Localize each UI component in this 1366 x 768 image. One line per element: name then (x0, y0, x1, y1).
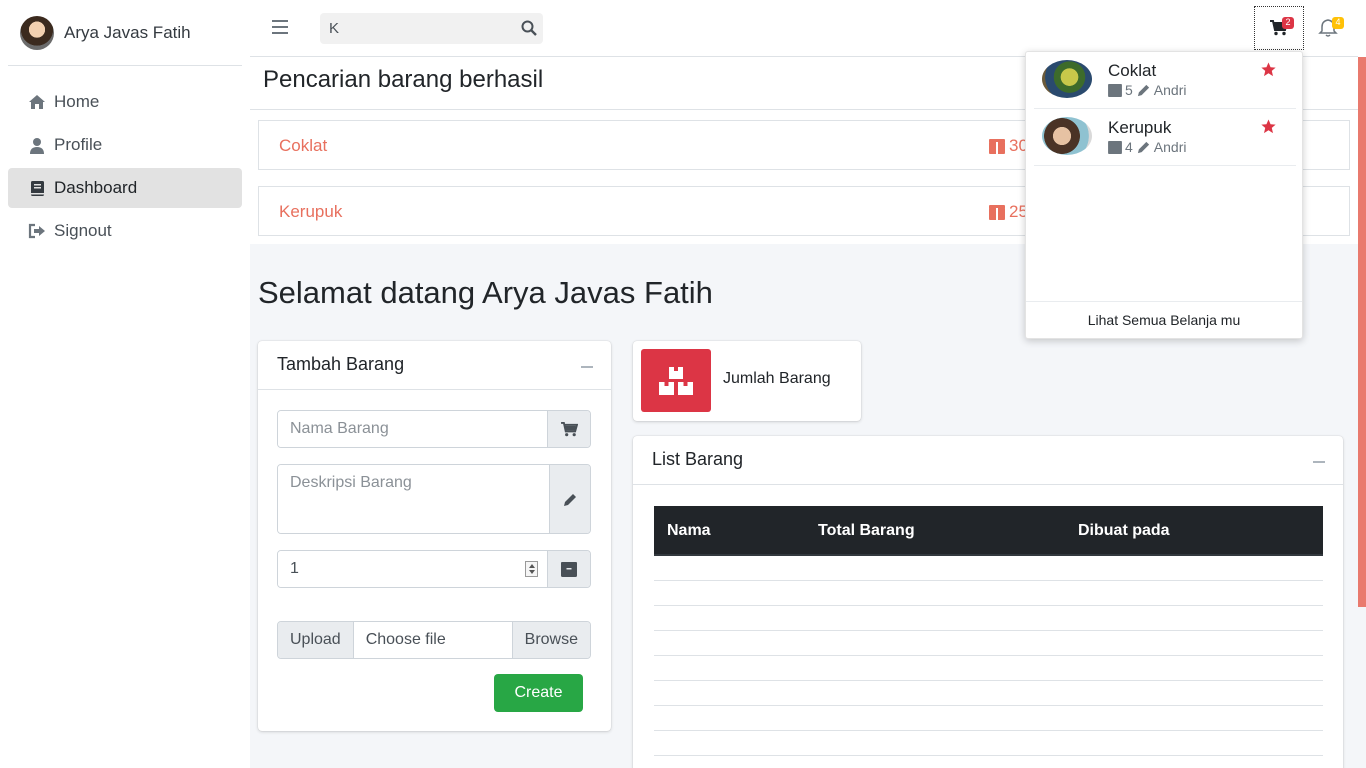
pencil-icon (1137, 141, 1149, 154)
item-qty-addon (547, 551, 590, 587)
table-header: Nama Total Barang Dibuat pada (654, 506, 1323, 556)
item-qty-group (277, 550, 591, 588)
quantity-stepper[interactable] (278, 551, 547, 587)
table-row (654, 631, 1323, 656)
item-name-group (277, 410, 591, 448)
item-desc-group (277, 464, 591, 534)
welcome-heading: Selamat datang Arya Javas Fatih (258, 275, 713, 310)
sidebar-item-label: Profile (54, 135, 103, 154)
browse-button[interactable]: Browse (511, 622, 590, 658)
box-icon (1108, 140, 1122, 154)
item-desc-addon (549, 465, 590, 533)
cart-button[interactable]: 2 (1254, 6, 1304, 50)
collapse-icon[interactable] (581, 366, 593, 368)
box-icon (989, 204, 1005, 220)
sidebar-item-dashboard[interactable]: Dashboard (8, 168, 242, 208)
home-icon (28, 93, 46, 111)
search-result-title: Pencarian barang berhasil (263, 66, 544, 93)
table-row (654, 606, 1323, 631)
box-icon (1108, 83, 1122, 97)
sidebar-item-label: Home (54, 92, 100, 111)
star-icon[interactable] (1261, 119, 1276, 134)
table-row (654, 556, 1323, 581)
item-name-addon (547, 411, 590, 447)
box-icon (989, 138, 1005, 154)
box-icon (561, 561, 577, 577)
search-box (320, 13, 543, 44)
column-header-created: Dibuat pada (1078, 522, 1170, 539)
result-item-name: Coklat (279, 136, 328, 155)
cart-item-name: Kerupuk (1108, 118, 1172, 137)
item-count-box: Jumlah Barang (633, 341, 861, 421)
stepper-arrows[interactable] (525, 561, 538, 577)
create-button[interactable]: Create (494, 674, 583, 712)
sidebar-item-home[interactable]: Home (8, 82, 242, 122)
menu-toggle-icon[interactable] (272, 20, 288, 34)
card-header: Tambah Barang (258, 341, 611, 390)
item-description-input[interactable] (278, 465, 549, 533)
table-row (654, 706, 1323, 731)
card-title: Tambah Barang (277, 354, 405, 374)
sign-out-icon (28, 222, 46, 240)
avatar (20, 15, 54, 50)
upload-label: Upload (278, 622, 354, 658)
scrollbar-thumb[interactable] (1358, 57, 1366, 607)
user-name: Arya Javas Fatih (64, 22, 191, 42)
result-item-qty: 30 (989, 136, 1028, 156)
table-row (654, 681, 1323, 706)
item-list-card: List Barang Nama Total Barang Dibuat pad… (633, 436, 1343, 768)
column-header-name: Nama (667, 522, 711, 539)
topbar: 2 4 (250, 0, 1358, 57)
boxes-icon (641, 349, 711, 412)
star-icon[interactable] (1261, 62, 1276, 77)
sidebar: Arya Javas Fatih Home Profile Dashboard … (0, 0, 250, 768)
table-row (654, 731, 1323, 756)
brand[interactable]: Arya Javas Fatih (8, 0, 242, 66)
cart-dropdown: Coklat 5 Andri Kerupuk 4 Andri Lihat Sem… (1025, 51, 1303, 339)
user-icon (28, 136, 46, 154)
item-count-label: Jumlah Barang (723, 370, 831, 387)
cart-item-name: Coklat (1108, 61, 1157, 80)
card-title: List Barang (652, 449, 744, 469)
view-all-cart-link[interactable]: Lihat Semua Belanja mu (1026, 301, 1302, 338)
cart-count-badge: 2 (1282, 17, 1294, 29)
table-row (654, 656, 1323, 681)
file-upload-group: Upload Choose file Browse (277, 621, 591, 659)
cart-item-meta: 4 Andri (1108, 139, 1186, 155)
cart-item[interactable]: Coklat 5 Andri (1034, 52, 1296, 109)
table-row (654, 581, 1323, 606)
sidebar-item-profile[interactable]: Profile (8, 125, 242, 165)
pencil-icon (1137, 84, 1149, 97)
cart-item[interactable]: Kerupuk 4 Andri (1034, 109, 1296, 166)
search-icon[interactable] (521, 20, 537, 36)
item-avatar (1042, 117, 1092, 155)
book-icon (28, 179, 46, 197)
cart-item-meta: 5 Andri (1108, 82, 1186, 98)
collapse-icon[interactable] (1313, 461, 1325, 463)
item-table: Nama Total Barang Dibuat pada (654, 506, 1323, 756)
item-name-input[interactable] (278, 411, 547, 447)
result-item-name: Kerupuk (279, 202, 343, 221)
sidebar-item-label: Dashboard (54, 178, 138, 197)
pencil-icon (563, 493, 576, 506)
column-header-total: Total Barang (818, 522, 915, 539)
add-item-card: Tambah Barang Upload Choose file Brows (258, 341, 611, 731)
notification-count-badge: 4 (1332, 17, 1344, 29)
sidebar-nav: Home Profile Dashboard Signout (0, 82, 250, 251)
result-item-qty: 25 (989, 202, 1028, 222)
search-input[interactable] (320, 20, 510, 37)
sidebar-item-signout[interactable]: Signout (8, 211, 242, 251)
sidebar-item-label: Signout (54, 221, 112, 240)
card-header: List Barang (633, 436, 1343, 485)
item-avatar (1042, 60, 1092, 98)
scrollbar-track (1358, 0, 1366, 57)
shopping-cart-icon (560, 421, 578, 436)
file-input[interactable]: Choose file (353, 622, 512, 658)
